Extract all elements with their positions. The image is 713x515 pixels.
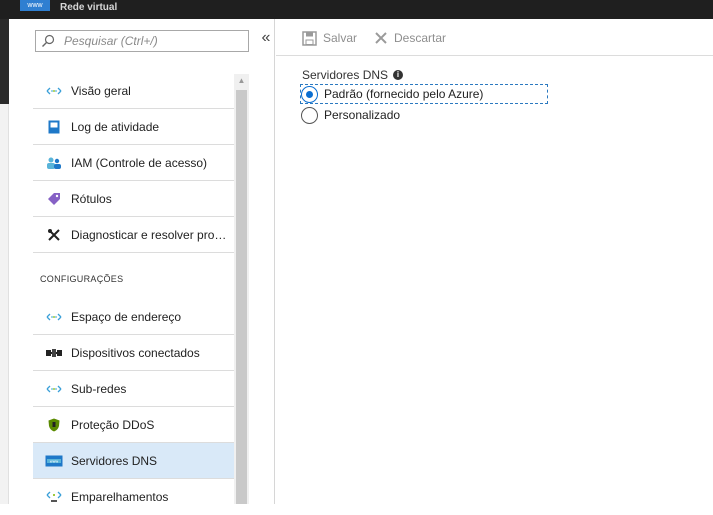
scroll-thumb[interactable] (236, 90, 247, 504)
dns-option-label: Personalizado (324, 108, 401, 122)
menu-item-label: Log de atividade (71, 119, 160, 134)
network-arrows-icon (43, 371, 65, 407)
search-icon (42, 34, 55, 47)
tag-icon (43, 181, 65, 217)
menu-item-label: Visão geral (71, 83, 131, 98)
section-configuracoes: CONFIGURAÇÕES (33, 253, 234, 299)
menu-item-label: IAM (Controle de acesso) (71, 155, 208, 170)
window-title: Rede virtual (60, 2, 118, 13)
scroll-up-icon[interactable]: ▲ (234, 74, 249, 88)
command-bar: Salvar Descartar (276, 19, 713, 56)
dns-field-label: Servidores DNS i (302, 68, 404, 82)
menu-item-rotulos[interactable]: Rótulos (33, 181, 234, 217)
dns-icon: www (43, 443, 65, 479)
people-icon (43, 145, 65, 181)
menu-item-label: Rótulos (71, 191, 112, 206)
dns-option-default[interactable]: Padrão (fornecido pelo Azure) (300, 84, 548, 104)
menu-item-label: Proteção DDoS (71, 417, 155, 432)
connected-devices-icon (43, 335, 65, 371)
search-box[interactable] (35, 30, 249, 52)
tools-icon (43, 217, 65, 253)
left-edge-strip (0, 19, 9, 504)
menu-item-diagnosticar[interactable]: Diagnosticar e resolver probl... (33, 217, 234, 253)
peering-icon (43, 479, 65, 515)
dns-option-label: Padrão (fornecido pelo Azure) (324, 87, 484, 101)
search-input[interactable] (64, 33, 244, 49)
collapse-menu-button[interactable]: « (259, 29, 273, 47)
menu-item-sub-redes[interactable]: Sub-redes (33, 371, 234, 407)
menu-item-protecao-ddos[interactable]: Proteção DDoS (33, 407, 234, 443)
menu-item-dispositivos[interactable]: Dispositivos conectados (33, 335, 234, 371)
save-button[interactable]: Salvar (302, 28, 357, 48)
network-arrows-icon (43, 299, 65, 335)
menu-item-label: Diagnosticar e resolver probl... (71, 227, 231, 242)
menu-item-label: Servidores DNS (71, 453, 158, 468)
menu-item-log-atividade[interactable]: Log de atividade (33, 109, 234, 145)
vnet-logo: www (20, 0, 50, 11)
radio-button[interactable] (301, 106, 318, 124)
log-book-icon (43, 109, 65, 145)
menu-item-visao-geral[interactable]: Visão geral (33, 73, 234, 109)
save-icon (302, 30, 317, 46)
title-bar: www Rede virtual (0, 0, 713, 19)
save-label: Salvar (323, 31, 358, 45)
discard-button[interactable]: Descartar (374, 28, 446, 48)
menu-item-servidores-dns[interactable]: www Servidores DNS (33, 443, 234, 479)
menu-list: Visão geral Log de atividade IAM (Contro… (33, 73, 234, 515)
dns-option-custom[interactable]: Personalizado (301, 106, 400, 124)
menu-item-iam[interactable]: IAM (Controle de acesso) (33, 145, 234, 181)
menu-item-label: Dispositivos conectados (71, 345, 200, 360)
section-title: CONFIGURAÇÕES (40, 274, 124, 284)
menu-scrollbar[interactable]: ▲ (234, 74, 249, 504)
discard-label: Descartar (394, 31, 447, 45)
menu-item-label: Espaço de endereço (71, 309, 182, 324)
shield-icon (43, 407, 65, 443)
close-icon (375, 32, 387, 44)
resource-menu: « Visão geral Log de atividade IAM (Cont… (9, 19, 275, 504)
menu-item-label: Emparelhamentos (71, 490, 169, 504)
network-arrows-icon (43, 73, 65, 109)
info-icon[interactable]: i (393, 70, 404, 80)
dns-label-text: Servidores DNS (302, 68, 389, 82)
menu-item-emparelhamentos[interactable]: Emparelhamentos (33, 479, 234, 515)
menu-item-label: Sub-redes (71, 381, 127, 396)
main-pane: Salvar Descartar Servidores DNS i Padrão… (276, 19, 713, 504)
svg-text:www: www (50, 459, 59, 463)
menu-item-espaco-endereco[interactable]: Espaço de endereço (33, 299, 234, 335)
radio-button-selected[interactable] (301, 85, 318, 103)
